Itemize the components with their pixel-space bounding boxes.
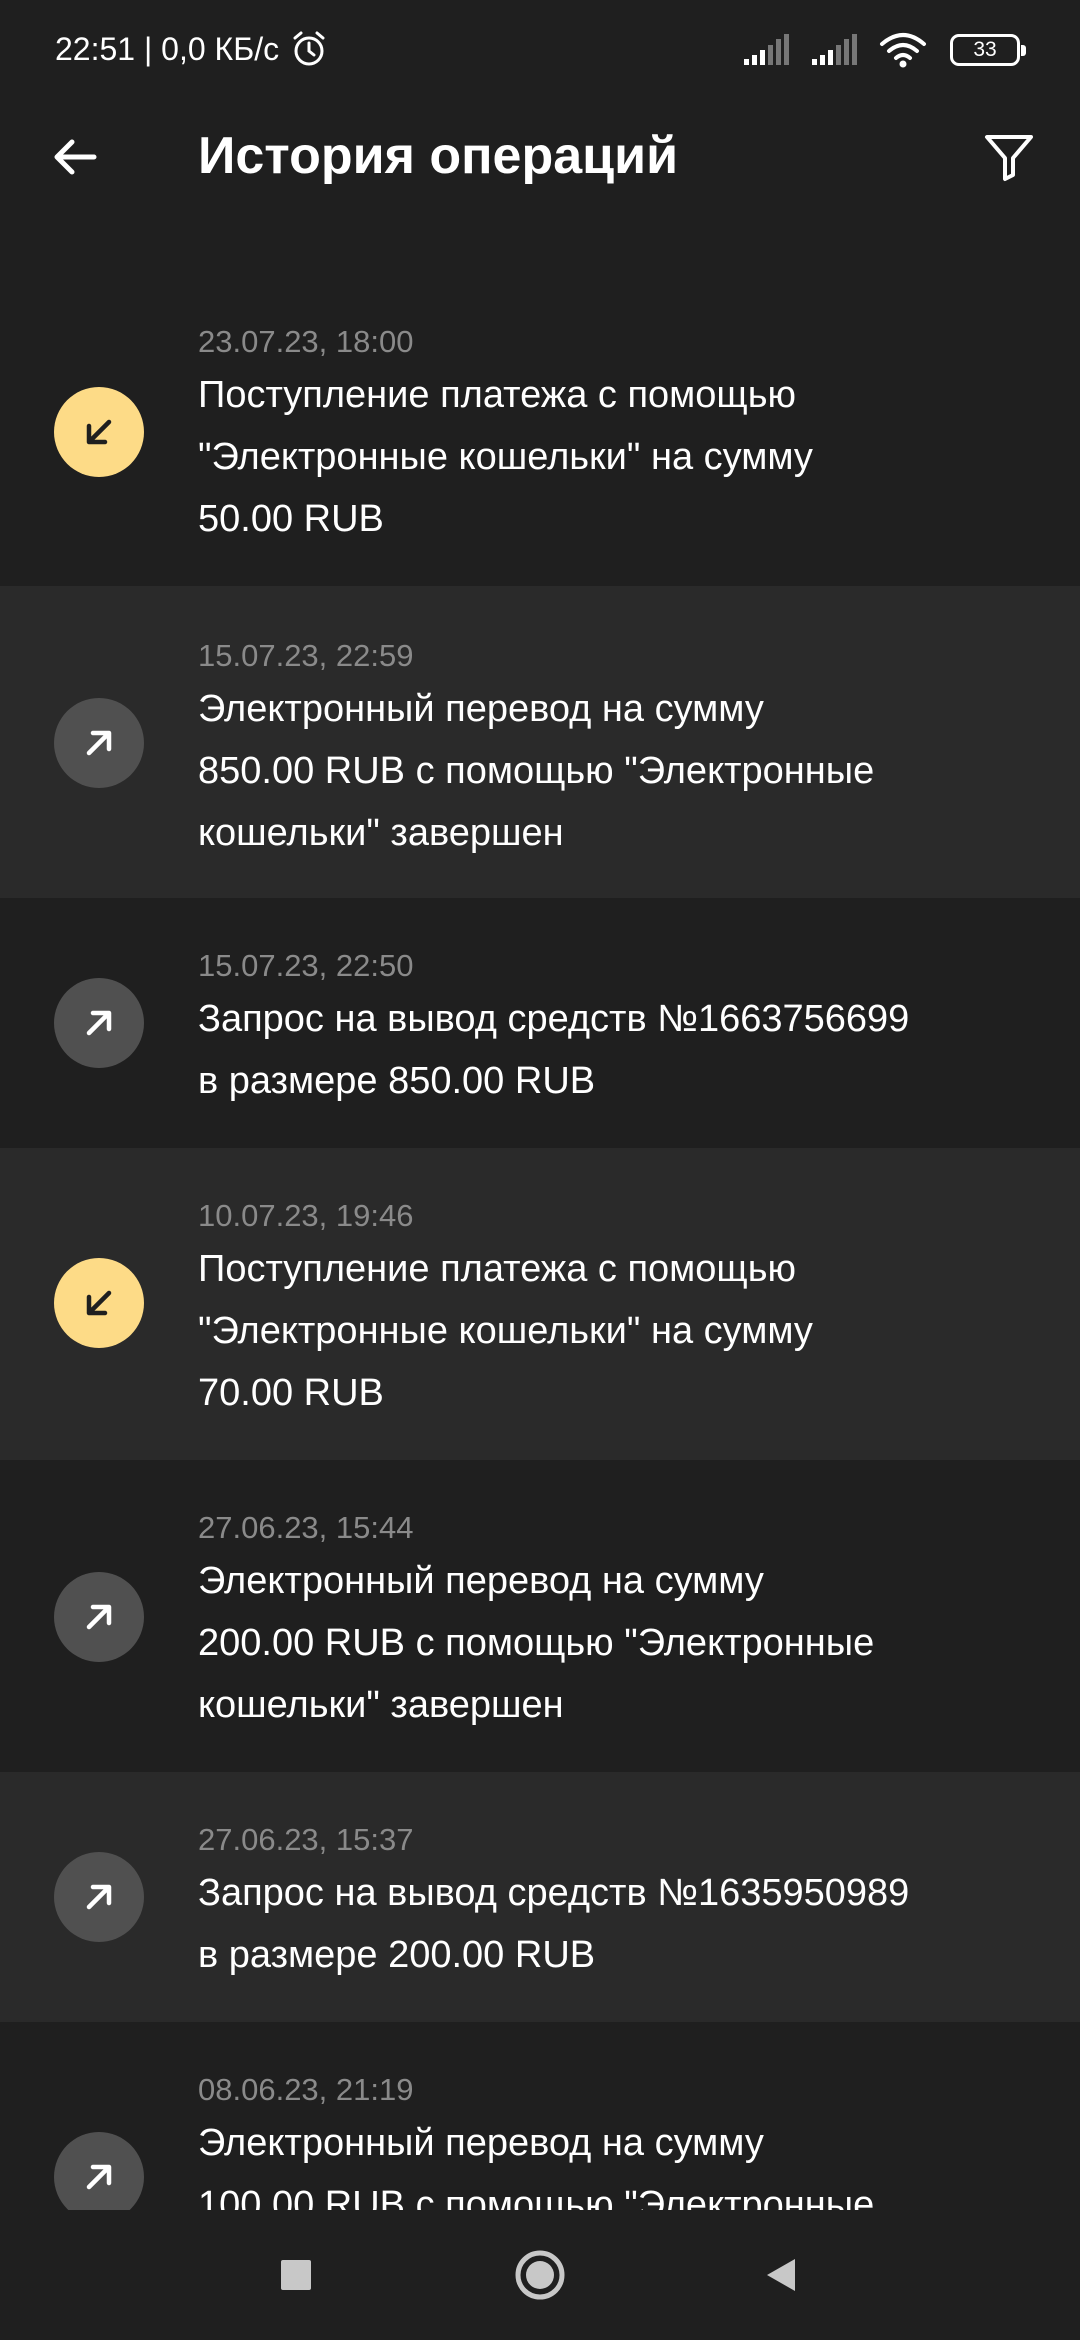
arrow-up-right-icon — [54, 1572, 144, 1662]
operations-list[interactable]: 23.07.23, 18:00 Поступление платежа с по… — [0, 282, 1080, 2210]
battery-icon: 33 — [950, 34, 1026, 66]
operation-item[interactable]: 27.06.23, 15:37 Запрос на вывод средств … — [0, 1772, 1080, 2022]
operation-date: 15.07.23, 22:59 — [198, 638, 414, 673]
operation-description: Запрос на вывод средств №1635950989 в ра… — [198, 1872, 910, 1976]
arrow-down-left-icon — [54, 387, 144, 477]
operation-date: 27.06.23, 15:44 — [198, 1510, 414, 1545]
back-arrow-icon — [54, 139, 97, 175]
home-button[interactable] — [505, 2240, 575, 2310]
operation-date: 08.06.23, 21:19 — [198, 2072, 414, 2107]
operation-text: 27.06.23, 15:44 Электронный перевод на с… — [198, 1508, 1040, 1736]
square-icon — [281, 2260, 311, 2290]
operation-text: 15.07.23, 22:50 Запрос на вывод средств … — [198, 946, 1040, 1112]
operation-description: Запрос на вывод средств №1663756699 в ра… — [198, 998, 910, 1102]
operation-date: 27.06.23, 15:37 — [198, 1822, 414, 1857]
arrow-up-right-icon — [54, 2132, 144, 2210]
operation-text: 15.07.23, 22:59 Электронный перевод на с… — [198, 636, 1040, 864]
arrow-up-right-icon — [54, 698, 144, 788]
operation-item[interactable]: 15.07.23, 22:50 Запрос на вывод средств … — [0, 898, 1080, 1148]
recents-button[interactable] — [261, 2240, 331, 2310]
operation-item[interactable]: 23.07.23, 18:00 Поступление платежа с по… — [0, 282, 1080, 586]
operation-text: 10.07.23, 19:46 Поступление платежа с по… — [198, 1196, 1040, 1424]
triangle-back-icon — [767, 2259, 795, 2291]
operation-description: Электронный перевод на сумму 100.00 RUB … — [198, 2122, 875, 2210]
status-time-speed: 22:51 | 0,0 КБ/с — [55, 30, 280, 67]
operation-item[interactable]: 27.06.23, 15:44 Электронный перевод на с… — [0, 1460, 1080, 1772]
back-nav-button[interactable] — [746, 2240, 816, 2310]
operation-text: 23.07.23, 18:00 Поступление платежа с по… — [198, 322, 1040, 550]
page-title: История операций — [198, 127, 679, 185]
app-header: История операций — [0, 96, 1080, 216]
operation-text: 27.06.23, 15:37 Запрос на вывод средств … — [198, 1820, 1040, 1986]
system-navigation-bar — [0, 2210, 1080, 2340]
operation-description: Поступление платежа с помощью "Электронн… — [198, 1248, 813, 1414]
operation-description: Поступление платежа с помощью "Электронн… — [198, 374, 813, 540]
operation-item[interactable]: 10.07.23, 19:46 Поступление платежа с по… — [0, 1148, 1080, 1460]
operation-date: 10.07.23, 19:46 — [198, 1198, 414, 1233]
arrow-down-left-icon — [54, 1258, 144, 1348]
operation-text: 08.06.23, 21:19 Электронный перевод на с… — [198, 2070, 1040, 2210]
operation-item[interactable]: 08.06.23, 21:19 Электронный перевод на с… — [0, 2022, 1080, 2210]
operation-item[interactable]: 15.07.23, 22:59 Электронный перевод на с… — [0, 586, 1080, 898]
operation-date: 23.07.23, 18:00 — [198, 324, 414, 359]
filter-button[interactable] — [974, 122, 1044, 192]
circle-icon — [515, 2250, 565, 2300]
operation-date: 15.07.23, 22:50 — [198, 948, 414, 983]
arrow-up-right-icon — [54, 1852, 144, 1942]
operation-description: Электронный перевод на сумму 850.00 RUB … — [198, 688, 875, 854]
operation-description: Электронный перевод на сумму 200.00 RUB … — [198, 1560, 875, 1726]
arrow-up-right-icon — [54, 978, 144, 1068]
status-bar: 22:51 | 0,0 КБ/с 33 — [0, 0, 1080, 96]
back-button[interactable] — [40, 122, 110, 192]
signal-2-icon — [810, 33, 860, 67]
filter-icon — [985, 135, 1033, 181]
status-right: 33 — [742, 28, 1026, 72]
signal-1-icon — [742, 33, 792, 67]
battery-level: 33 — [973, 38, 997, 61]
status-left: 22:51 | 0,0 КБ/с — [55, 26, 329, 72]
wifi-icon — [878, 30, 928, 70]
alarm-icon — [289, 29, 329, 69]
